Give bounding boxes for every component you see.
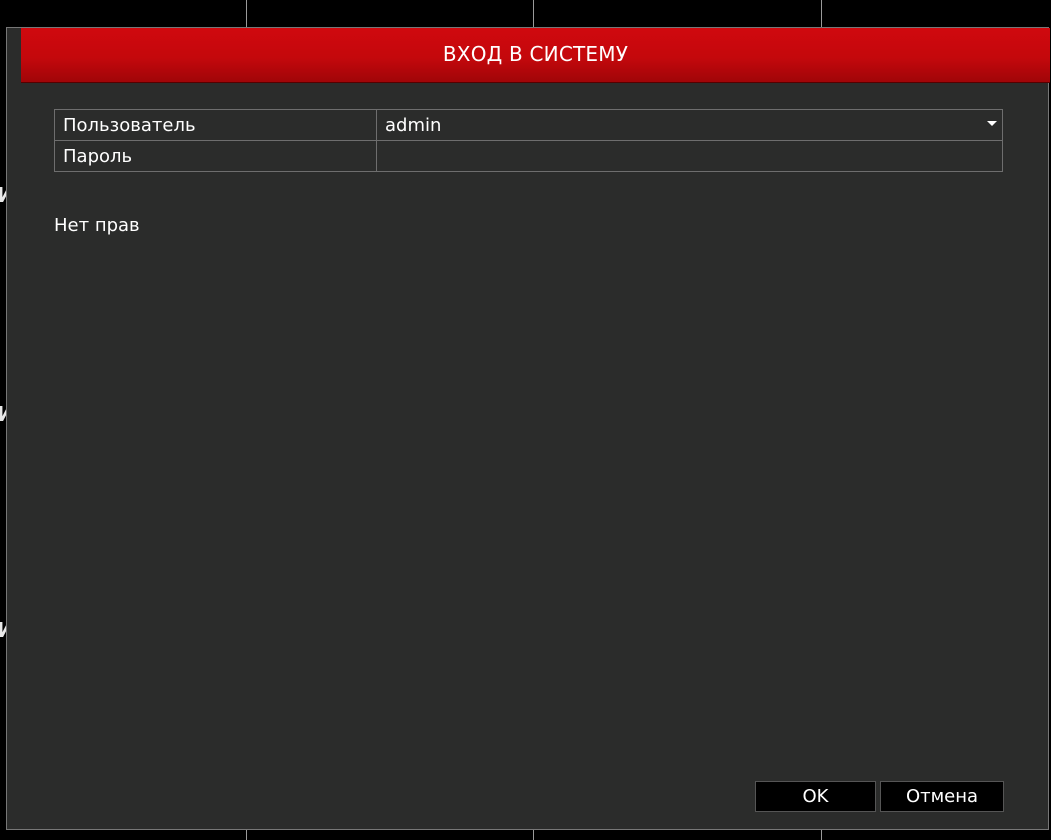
ok-button[interactable]: OK bbox=[755, 781, 876, 812]
cancel-button[interactable]: Отмена bbox=[880, 781, 1004, 812]
user-select[interactable]: admin bbox=[376, 109, 1003, 141]
password-label: Пароль bbox=[54, 140, 377, 172]
password-row: Пароль bbox=[54, 140, 1003, 172]
login-dialog: ВХОД В СИСТЕМУ Пользователь admin Пароль… bbox=[6, 27, 1050, 830]
user-select-value: admin bbox=[385, 114, 442, 136]
chevron-down-icon[interactable] bbox=[987, 121, 997, 126]
password-field[interactable] bbox=[376, 140, 1003, 172]
dialog-titlebar: ВХОД В СИСТЕМУ bbox=[21, 28, 1050, 83]
login-form: Пользователь admin Пароль bbox=[54, 109, 1003, 172]
user-label: Пользователь bbox=[54, 109, 377, 141]
user-row: Пользователь admin bbox=[54, 109, 1003, 141]
dialog-title: ВХОД В СИСТЕМУ bbox=[442, 42, 629, 66]
dialog-edge bbox=[7, 28, 21, 82]
status-message: Нет прав bbox=[54, 215, 140, 236]
